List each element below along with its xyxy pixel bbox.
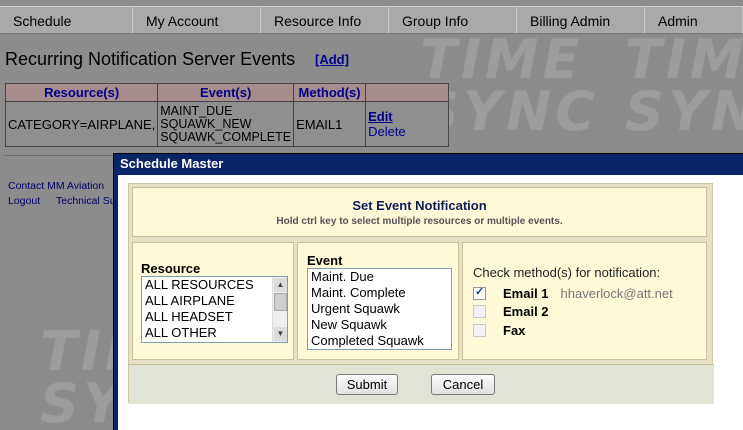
scroll-up-icon[interactable]: ▲ xyxy=(274,278,287,292)
method-row-email1: Email 1 hhaverlock@att.net xyxy=(473,285,673,301)
email1-label: Email 1 xyxy=(503,285,549,301)
fax-label: Fax xyxy=(503,322,526,338)
button-bar: Submit Cancel xyxy=(129,364,714,404)
method-prompt: Check method(s) for notification: xyxy=(473,265,661,280)
dialog-title: Schedule Master xyxy=(120,156,224,171)
resource-label: Resource xyxy=(141,261,201,276)
fax-checkbox[interactable] xyxy=(473,323,486,337)
email2-label: Email 2 xyxy=(503,303,549,319)
event-item: MAINT_DUE xyxy=(160,103,233,118)
event-item: SQUAWK_NEW xyxy=(160,116,252,131)
event-option[interactable]: Urgent Squawk xyxy=(308,301,451,317)
email1-checkbox[interactable] xyxy=(473,285,486,300)
page-title: Recurring Notification Server Events xyxy=(5,49,296,69)
scroll-thumb[interactable] xyxy=(274,293,287,311)
column-header-resources: Resource(s) xyxy=(4,83,159,102)
resource-option[interactable]: ALL OTHER xyxy=(142,325,287,341)
table-row: CATEGORY=AIRPLANE, MAINT_DUE SQUAWK_NEW … xyxy=(4,101,450,147)
event-panel: Event Maint. Due Maint. Complete Urgent … xyxy=(297,242,459,360)
method-panel: Check method(s) for notification: Email … xyxy=(462,242,707,360)
event-option[interactable]: Maint. Complete xyxy=(308,285,451,301)
resource-panel: Resource ALL RESOURCES ALL AIRPLANE ALL … xyxy=(132,242,294,360)
cell-actions: Edit Delete xyxy=(365,101,450,147)
method-row-email2: Email 2 xyxy=(473,303,549,319)
scroll-down-icon[interactable]: ▼ xyxy=(274,327,287,341)
event-option[interactable]: New Squawk xyxy=(308,317,451,333)
divider xyxy=(5,155,117,156)
contact-link[interactable]: Contact MM Aviation xyxy=(8,180,104,192)
event-item: SQUAWK_COMPLETE xyxy=(160,129,292,144)
delete-link[interactable]: Delete xyxy=(368,124,406,139)
resource-option[interactable]: ALL RESOURCES xyxy=(142,277,287,293)
nav-my-account[interactable]: My Account xyxy=(133,6,261,34)
edit-link[interactable]: Edit xyxy=(368,109,393,124)
email2-checkbox[interactable] xyxy=(473,304,486,318)
nav-resource-info[interactable]: Resource Info xyxy=(261,6,389,34)
watermark-logo-bottom-right: SYNC xyxy=(625,80,743,143)
resource-listbox[interactable]: ALL RESOURCES ALL AIRPLANE ALL HEADSET A… xyxy=(141,276,288,343)
cell-resource: CATEGORY=AIRPLANE, xyxy=(4,101,159,147)
column-header-events: Event(s) xyxy=(157,83,295,102)
schedule-master-dialog: Schedule Master Set Event Notification H… xyxy=(113,153,743,430)
event-option[interactable]: Maint. Due xyxy=(308,269,451,285)
cell-events: MAINT_DUE SQUAWK_NEW SQUAWK_COMPLETE xyxy=(157,101,295,147)
logout-link[interactable]: Logout xyxy=(8,195,40,207)
resource-option[interactable]: ALL AIRPLANE xyxy=(142,293,287,309)
notification-header: Set Event Notification Hold ctrl key to … xyxy=(132,187,707,237)
email1-address: hhaverlock@att.net xyxy=(560,285,673,301)
resource-scrollbar[interactable]: ▲ ▼ xyxy=(272,277,287,342)
cancel-button[interactable]: Cancel xyxy=(431,374,495,395)
cell-method: EMAIL1 xyxy=(293,101,367,147)
submit-button[interactable]: Submit xyxy=(336,374,398,395)
column-header-methods: Method(s) xyxy=(293,83,367,102)
column-header-actions xyxy=(365,83,450,102)
events-table: Resource(s) Event(s) Method(s) CATEGORY=… xyxy=(4,83,450,147)
method-row-fax: Fax xyxy=(473,322,525,338)
technical-support-link[interactable]: Technical Su xyxy=(56,195,116,207)
event-option[interactable]: Completed Squawk xyxy=(308,333,451,349)
nav-schedule[interactable]: Schedule xyxy=(0,6,133,34)
add-link[interactable]: [Add] xyxy=(315,52,349,67)
form-subheading: Hold ctrl key to select multiple resourc… xyxy=(276,216,563,227)
notification-form: Set Event Notification Hold ctrl key to … xyxy=(128,183,714,404)
event-label: Event xyxy=(307,253,343,268)
dialog-body: Set Event Notification Hold ctrl key to … xyxy=(118,175,743,430)
resource-option[interactable]: ALL HEADSET xyxy=(142,309,287,325)
form-heading: Set Event Notification xyxy=(352,198,487,213)
event-listbox[interactable]: Maint. Due Maint. Complete Urgent Squawk… xyxy=(307,268,452,350)
table-header-row: Resource(s) Event(s) Method(s) xyxy=(4,83,450,102)
